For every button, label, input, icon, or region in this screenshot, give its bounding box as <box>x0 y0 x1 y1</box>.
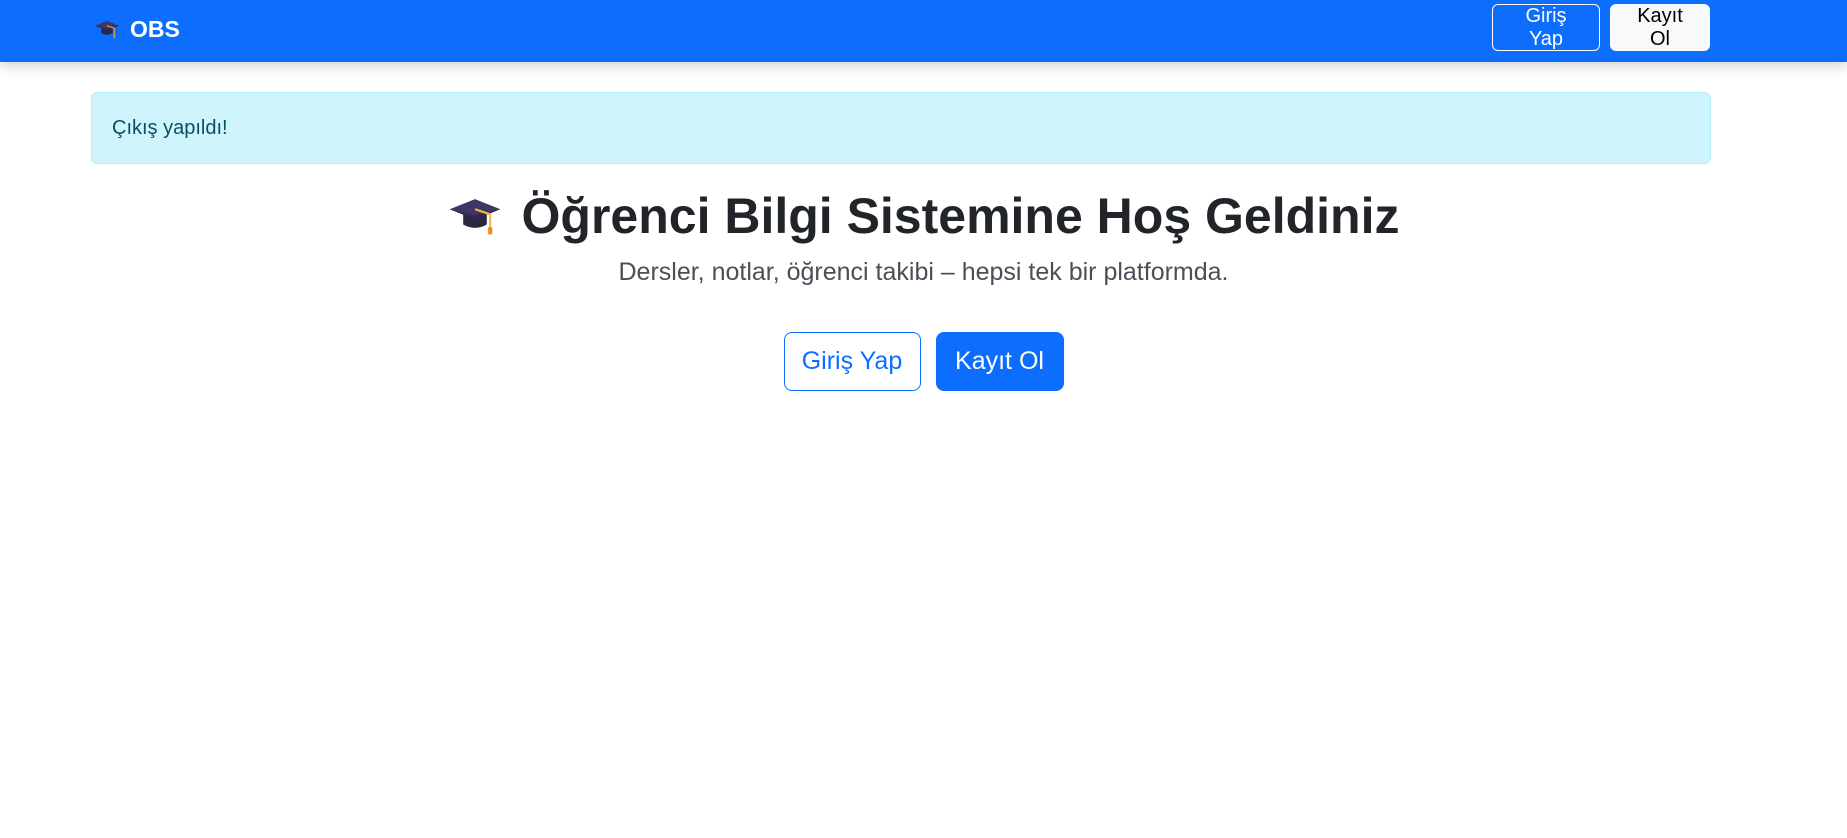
nav-login-button[interactable]: Giriş Yap <box>1492 4 1600 51</box>
hero-actions: Giriş Yap Kayıt Ol <box>0 332 1847 391</box>
logout-alert: Çıkış yapıldı! <box>91 92 1711 164</box>
hero-section: Öğrenci Bilgi Sistemine Hoş Geldiniz Der… <box>0 186 1847 287</box>
graduation-cap-icon <box>448 189 502 243</box>
hero-register-button[interactable]: Kayıt Ol <box>935 332 1064 391</box>
page-title-text: Öğrenci Bilgi Sistemine Hoş Geldiniz <box>521 188 1400 244</box>
brand-link[interactable]: OBS <box>94 14 180 44</box>
top-navbar: OBS Giriş Yap Kayıt Ol <box>0 0 1847 62</box>
graduation-cap-icon <box>94 16 120 42</box>
hero-login-button[interactable]: Giriş Yap <box>783 332 921 391</box>
alert-message: Çıkış yapıldı! <box>112 116 228 139</box>
page-title: Öğrenci Bilgi Sistemine Hoş Geldiniz <box>0 186 1847 246</box>
nav-register-button[interactable]: Kayıt Ol <box>1610 4 1710 51</box>
nav-actions: Giriş Yap Kayıt Ol <box>1492 4 1710 51</box>
page-subtitle: Dersler, notlar, öğrenci takibi – hepsi … <box>618 258 1229 286</box>
brand-name: OBS <box>130 15 180 42</box>
